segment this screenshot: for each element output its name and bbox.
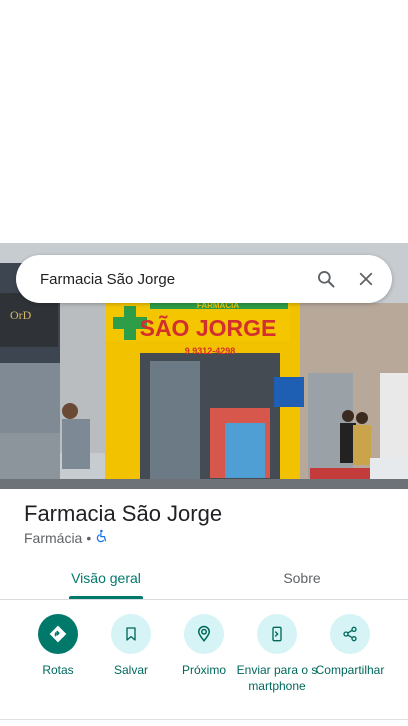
neighbor-sign-text: OrD (10, 308, 32, 322)
nearby-button[interactable]: Próximo (163, 614, 245, 678)
search-bar[interactable]: Farmacia São Jorge (16, 255, 392, 303)
send-to-phone-button[interactable]: Enviar para o smartphone (236, 614, 318, 694)
sign-phone-text: 9 9312-4298 (185, 346, 236, 356)
bookmark-icon[interactable] (111, 614, 151, 654)
save-label: Salvar (113, 663, 148, 677)
share-button[interactable]: Compartilhar (309, 614, 391, 678)
tab-about[interactable]: Sobre (252, 557, 352, 599)
tab-overview[interactable]: Visão geral (56, 557, 156, 599)
place-page: FARMÁCIA SÃO JORGE 9 9312-4298 OrD Farma… (0, 0, 408, 726)
nearby-icon[interactable] (184, 614, 224, 654)
sign-main-text: SÃO JORGE (140, 314, 277, 341)
directions-button[interactable]: Rotas (17, 614, 99, 678)
directions-icon[interactable] (38, 614, 78, 654)
share-icon[interactable] (330, 614, 370, 654)
tab-bar: Visão geral Sobre (0, 557, 408, 600)
separator-dot: • (86, 529, 92, 546)
place-title: Farmacia São Jorge (24, 501, 223, 526)
wheelchair-icon (95, 529, 109, 546)
tab-active-indicator (69, 596, 143, 599)
directions-label: Rotas (42, 663, 74, 677)
close-icon[interactable] (346, 259, 386, 299)
divider (0, 719, 408, 720)
nearby-label: Próximo (181, 663, 226, 677)
place-category: Farmácia (24, 529, 83, 546)
search-query[interactable]: Farmacia São Jorge (40, 271, 306, 288)
search-icon[interactable] (306, 259, 346, 299)
send-to-phone-label: Enviar para o smartphone (236, 663, 318, 693)
share-label: Compartilhar (315, 663, 385, 677)
place-category-row: Farmácia • (24, 529, 109, 546)
save-button[interactable]: Salvar (90, 614, 172, 678)
send-to-phone-icon[interactable] (257, 614, 297, 654)
